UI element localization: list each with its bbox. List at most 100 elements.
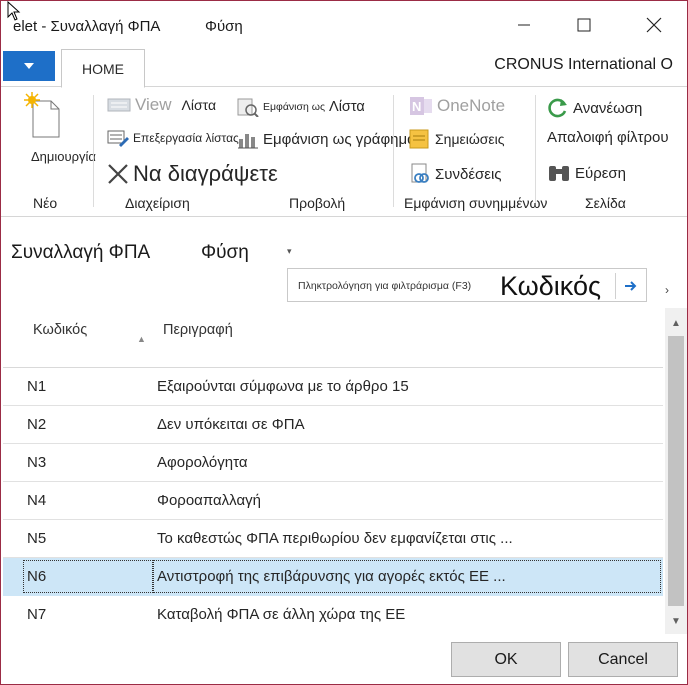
group-label-page: Σελίδα bbox=[585, 195, 626, 211]
new-button-label: Δημιουργία bbox=[31, 149, 96, 164]
notes-button[interactable]: Σημειώσεις bbox=[409, 129, 505, 149]
onenote-label: OneNote bbox=[437, 96, 506, 115]
svg-text:N: N bbox=[412, 99, 421, 114]
clear-filter-label: Απαλοιφή φίλτρου bbox=[547, 129, 669, 146]
table-row[interactable]: N7 Καταβολή ΦΠΑ σε άλλη χώρα της ΕΕ bbox=[3, 596, 663, 634]
ribbon-separator bbox=[93, 95, 94, 207]
table-row[interactable]: N1 Εξαιρούνται σύμφωνα με το άρθρο 15 bbox=[3, 368, 663, 406]
new-button[interactable] bbox=[23, 91, 63, 141]
onenote-icon: N bbox=[410, 97, 432, 115]
edit-list-button[interactable]: Επεξεργασία λίστας bbox=[107, 129, 239, 147]
refresh-icon bbox=[548, 98, 567, 118]
maximize-button[interactable] bbox=[561, 9, 607, 41]
row-code: N7 bbox=[27, 606, 47, 623]
column-header-code[interactable]: Κωδικός bbox=[33, 322, 87, 338]
app-menu-button[interactable] bbox=[3, 51, 55, 81]
table-row[interactable]: N4 Φοροαπαλλαγή bbox=[3, 482, 663, 520]
links-icon bbox=[411, 163, 429, 183]
find-button[interactable]: Εύρεση bbox=[547, 163, 626, 183]
filter-box[interactable]: Πληκτρολόγηση για φιλτράρισμα (F3) Κωδικ… bbox=[287, 268, 647, 302]
edit-list-label: Επεξεργασία λίστας bbox=[133, 131, 239, 145]
links-label: Συνδέσεις bbox=[435, 165, 502, 183]
close-button[interactable] bbox=[631, 9, 677, 41]
delete-button[interactable]: Να διαγράψετε bbox=[107, 161, 278, 187]
list-view: Κωδικός ▲ Περιγραφή N1 Εξαιρούνται σύμφω… bbox=[3, 308, 663, 634]
row-description: Φοροαπαλλαγή bbox=[157, 492, 261, 509]
notes-label: Σημειώσεις bbox=[435, 131, 505, 147]
minimize-icon bbox=[518, 24, 530, 26]
ribbon-separator bbox=[393, 95, 394, 207]
view-list-suffix: Λίστα bbox=[181, 97, 217, 113]
group-label-new: Νέο bbox=[33, 195, 58, 211]
dialog-window: elet - Συναλλαγή ΦΠΑ Φύση HOME CRONUS In… bbox=[0, 0, 688, 685]
show-as-chart-button[interactable]: Εμφάνιση ως γράφημα bbox=[237, 129, 416, 149]
row-description: Καταβολή ΦΠΑ σε άλλη χώρα της ΕΕ bbox=[157, 606, 406, 623]
ribbon: Δημιουργία View Λίστα Επεξεργασία λίστας… bbox=[1, 87, 687, 217]
group-label-view: Προβολή bbox=[289, 195, 346, 211]
show-as-label: Εμφάνιση ως bbox=[263, 101, 326, 113]
filter-placeholder[interactable]: Πληκτρολόγηση για φιλτράρισμα (F3) bbox=[298, 280, 471, 292]
show-as-chart-icon bbox=[238, 134, 258, 149]
window-title: elet - Συναλλαγή ΦΠΑ bbox=[13, 18, 161, 35]
refresh-button[interactable]: Ανανέωση bbox=[547, 97, 642, 119]
row-description: Δεν υπόκειται σε ΦΠΑ bbox=[157, 416, 305, 433]
minimize-button[interactable] bbox=[501, 9, 547, 41]
scroll-up-icon[interactable]: ▲ bbox=[665, 314, 687, 332]
table-row[interactable]: N2 Δεν υπόκειται σε ΦΠΑ bbox=[3, 406, 663, 444]
row-code: N6 bbox=[27, 568, 47, 585]
cancel-button[interactable]: Cancel bbox=[568, 642, 678, 677]
filter-separator bbox=[615, 273, 616, 299]
row-code: N2 bbox=[27, 416, 47, 433]
refresh-label: Ανανέωση bbox=[573, 99, 643, 117]
show-as-list-button[interactable]: Εμφάνιση ως Λίστα bbox=[237, 97, 365, 117]
binoculars-icon bbox=[549, 166, 569, 181]
delete-label: Να διαγράψετε bbox=[133, 161, 278, 186]
links-button[interactable]: Συνδέσεις bbox=[409, 163, 502, 185]
show-as-list-label: Λίστα bbox=[329, 99, 365, 115]
vertical-scrollbar[interactable]: ▲ ▼ bbox=[665, 308, 687, 634]
scroll-thumb[interactable] bbox=[668, 336, 684, 606]
arrow-right-icon bbox=[625, 281, 637, 291]
title-bar: elet - Συναλλαγή ΦΠΑ Φύση bbox=[1, 1, 687, 47]
onenote-button[interactable]: N OneNote bbox=[409, 95, 505, 117]
row-code: N1 bbox=[27, 378, 47, 395]
row-code: N5 bbox=[27, 530, 47, 547]
group-label-attachments: Εμφάνιση συνημμένων bbox=[404, 195, 548, 211]
table-row[interactable]: N3 Αφορολόγητα bbox=[3, 444, 663, 482]
list-header: Κωδικός ▲ Περιγραφή bbox=[3, 308, 663, 368]
filter-go-button[interactable] bbox=[620, 275, 642, 297]
close-icon bbox=[646, 17, 662, 33]
table-row[interactable]: N5 Το καθεστώς ΦΠΑ περιθωρίου δεν εμφανί… bbox=[3, 520, 663, 558]
table-row-selected[interactable]: N6 Αντιστροφή της επιβάρυνσης για αγορές… bbox=[3, 558, 663, 596]
view-list-label: View bbox=[135, 95, 172, 114]
scroll-down-icon[interactable]: ▼ bbox=[665, 612, 687, 630]
tab-home[interactable]: HOME bbox=[61, 49, 145, 88]
collapse-chevron-icon[interactable]: › bbox=[665, 283, 669, 297]
row-description: Αντιστροφή της επιβάρυνσης για αγορές εκ… bbox=[157, 568, 506, 585]
maximize-icon bbox=[577, 18, 591, 32]
edit-list-icon bbox=[107, 130, 129, 147]
sort-ascending-icon: ▲ bbox=[137, 334, 146, 344]
filter-field-selector[interactable]: Κωδικός bbox=[500, 271, 601, 302]
chevron-down-icon bbox=[24, 63, 34, 69]
ok-button[interactable]: OK bbox=[451, 642, 561, 677]
row-code: N4 bbox=[27, 492, 47, 509]
notes-icon bbox=[409, 129, 429, 149]
delete-x-icon bbox=[108, 164, 128, 184]
find-label: Εύρεση bbox=[575, 164, 627, 182]
show-as-list-icon bbox=[237, 98, 259, 117]
group-label-manage: Διαχείριση bbox=[125, 195, 190, 211]
clear-filter-button[interactable]: Απαλοιφή φίλτρου bbox=[547, 129, 669, 146]
row-description: Εξαιρούνται σύμφωνα με το άρθρο 15 bbox=[157, 378, 409, 395]
new-document-icon bbox=[24, 92, 60, 138]
page-title: Συναλλαγή ΦΠΑ bbox=[11, 242, 151, 263]
column-header-description[interactable]: Περιγραφή bbox=[163, 322, 233, 338]
view-list-button[interactable]: View Λίστα bbox=[107, 95, 216, 115]
company-name: CRONUS International O bbox=[494, 56, 673, 73]
ribbon-separator bbox=[535, 95, 536, 207]
ribbon-tab-row: HOME CRONUS International O bbox=[1, 47, 687, 88]
row-description: Αφορολόγητα bbox=[157, 454, 248, 471]
row-code: N3 bbox=[27, 454, 47, 471]
page-subtitle: Φύση bbox=[201, 242, 249, 263]
chevron-down-icon[interactable]: ▾ bbox=[287, 246, 292, 257]
